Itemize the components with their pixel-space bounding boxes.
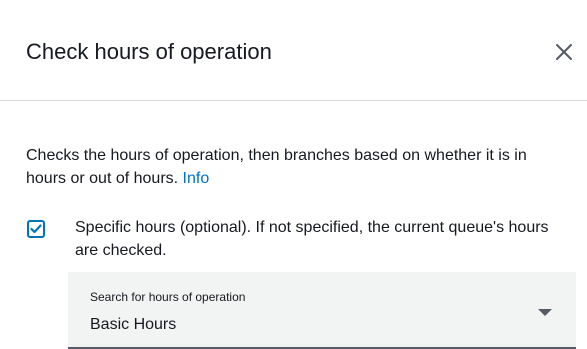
caret-down-icon [538,309,552,316]
select-label: Search for hours of operation [90,290,246,304]
info-link[interactable]: Info [183,170,210,187]
specific-hours-label: Specific hours (optional). If not specif… [75,219,549,259]
description: Checks the hours of operation, then bran… [26,144,566,190]
close-icon [556,44,572,60]
close-button[interactable] [551,39,577,65]
checkmark-icon [30,224,42,234]
check-hours-panel: Check hours of operation Checks the hour… [0,0,587,349]
hours-of-operation-select[interactable]: Search for hours of operation Basic Hour… [68,272,576,349]
panel-header: Check hours of operation [0,0,587,101]
specific-hours-checkbox[interactable] [27,220,45,238]
panel-title: Check hours of operation [26,39,272,64]
description-text: Checks the hours of operation, then bran… [26,147,527,187]
select-value: Basic Hours [90,316,177,333]
